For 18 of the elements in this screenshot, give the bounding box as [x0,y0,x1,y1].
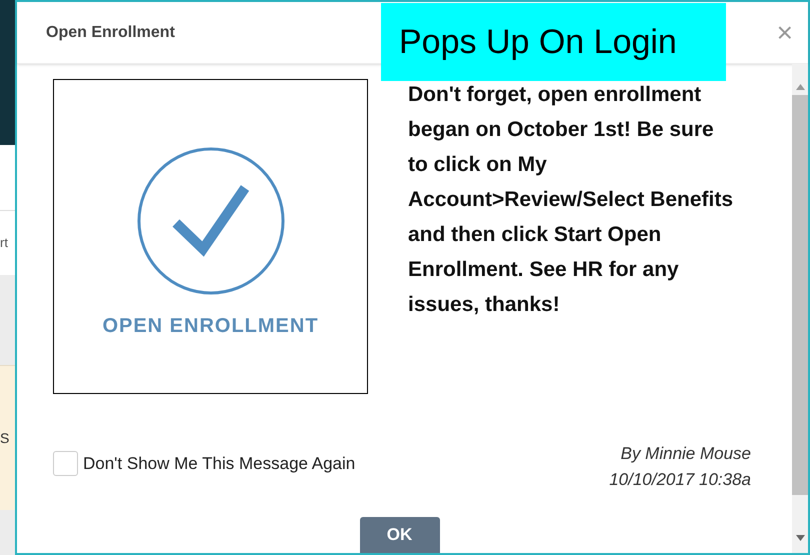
background-text: rt [0,234,8,252]
scroll-up-icon [796,84,804,90]
table-row [0,510,15,555]
dialog-title: Open Enrollment [46,22,175,42]
checkmark-circle-icon [136,146,286,296]
scrollbar-thumb[interactable] [792,95,808,495]
scrollbar[interactable] [792,64,808,553]
background-text: S [0,428,10,448]
close-button[interactable]: × [776,18,793,46]
author-text: By Minnie Mouse [620,443,751,465]
message-text: Don't forget, open enrollment began on October 1st! Be sure to click on My Account>Review/Select Benefits and then click Start Open Enrollment. See HR for any issues, thanks! [408,82,734,318]
checkbox[interactable] [53,451,78,476]
timestamp-text: 10/10/2017 10:38a [609,469,751,491]
image-caption: OPEN ENROLLMENT [102,314,319,339]
scroll-down-icon [796,535,804,541]
checkbox-label: Don't Show Me This Message Again [83,453,356,475]
callout-label: Pops Up On Login [381,3,726,81]
ok-button[interactable]: OK [360,517,440,553]
